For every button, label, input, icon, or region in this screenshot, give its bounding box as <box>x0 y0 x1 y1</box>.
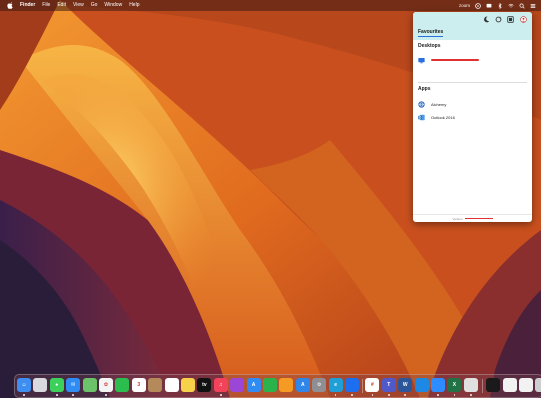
appstore-icon[interactable]: A <box>246 378 261 392</box>
running-indicator <box>453 394 456 396</box>
running-indicator <box>470 394 472 396</box>
facetime-icon[interactable] <box>115 378 130 392</box>
messages-icon[interactable]: ● <box>49 378 64 392</box>
app-item-alchemy[interactable]: Alchemy <box>418 100 446 108</box>
preview-window-icon[interactable] <box>502 378 517 392</box>
moon-icon[interactable] <box>483 16 490 23</box>
app-menu-extra-icon[interactable] <box>475 2 481 9</box>
search-icon[interactable] <box>519 3 525 9</box>
contacts-icon[interactable] <box>148 378 163 392</box>
terminal-icon[interactable] <box>486 378 501 392</box>
music-icon[interactable]: ♫ <box>213 378 228 392</box>
calendar-icon[interactable]: 3 <box>131 378 146 392</box>
desktop-item[interactable] <box>418 56 479 64</box>
preview-window-icon-2[interactable] <box>519 378 533 392</box>
redacted-version <box>464 217 493 220</box>
redacted-desktop-name <box>431 59 479 61</box>
dock-separator <box>362 379 364 393</box>
dock-separator <box>482 379 484 393</box>
user-avatar-icon[interactable] <box>520 16 527 23</box>
desktop-monitor-icon <box>418 57 425 63</box>
edge-icon[interactable]: e <box>328 378 343 392</box>
word-icon[interactable]: W <box>398 378 413 392</box>
desktops-section-title: Desktops <box>418 43 441 49</box>
app-item-outlook[interactable]: Outlook 2016 <box>418 113 455 121</box>
menu-edit[interactable]: Edit <box>57 0 66 11</box>
app-label-outlook: Outlook 2016 <box>431 114 455 120</box>
menu-window[interactable]: Window <box>104 0 122 11</box>
mail-icon[interactable]: ✉ <box>66 378 81 392</box>
running-indicator <box>220 394 222 396</box>
tab-favourites[interactable]: Favourites <box>418 29 444 37</box>
control-center-icon[interactable] <box>530 3 536 9</box>
dock: ☺ ● ✉ ✿ 3 tv ♫ A A ⚙ e # T W X <box>14 374 541 398</box>
running-indicator <box>105 394 107 396</box>
notes-icon[interactable] <box>181 378 195 392</box>
apple-icon[interactable] <box>7 2 13 9</box>
pages-icon[interactable] <box>279 378 294 392</box>
outlook-icon <box>418 114 425 120</box>
alchemy-icon <box>418 100 425 108</box>
running-indicator <box>72 394 74 396</box>
refresh-icon[interactable] <box>495 16 502 23</box>
version-label: Version <box>452 216 463 221</box>
reminders-icon[interactable] <box>164 378 179 392</box>
zoom-icon[interactable] <box>431 378 445 392</box>
running-indicator <box>437 394 439 396</box>
menu-file[interactable]: File <box>42 0 50 11</box>
section-divider <box>418 82 527 83</box>
zoom-status-text[interactable]: zoom <box>459 3 470 8</box>
slack-icon[interactable]: # <box>365 378 380 392</box>
numbers-icon[interactable] <box>263 378 277 392</box>
screen-icon[interactable] <box>486 3 492 9</box>
running-indicator <box>371 394 374 396</box>
menu-view[interactable]: View <box>73 0 84 11</box>
wifi-icon[interactable] <box>508 3 514 9</box>
menu-go[interactable]: Go <box>91 0 98 11</box>
launchpad-icon[interactable] <box>33 378 48 392</box>
window-icon[interactable] <box>507 16 514 23</box>
finder-icon[interactable]: ☺ <box>17 378 31 392</box>
app-label-alchemy: Alchemy <box>431 101 447 107</box>
teams-icon[interactable]: T <box>381 378 396 392</box>
panel-footer: Version <box>413 214 532 222</box>
favourites-popover: Favourites Desktops Apps Alchemy Outlook… <box>413 12 532 222</box>
trash-icon[interactable] <box>535 378 541 392</box>
running-indicator <box>388 394 390 396</box>
running-indicator <box>23 394 25 396</box>
photos-icon[interactable]: ✿ <box>99 378 113 392</box>
menu-help[interactable]: Help <box>129 0 139 11</box>
running-indicator <box>334 394 337 396</box>
menu-app-name[interactable]: Finder <box>20 0 35 11</box>
settings-icon[interactable]: ⚙ <box>312 378 327 392</box>
chrome-icon[interactable] <box>463 378 478 392</box>
menu-extras: zoom <box>459 0 536 11</box>
running-indicator <box>404 394 406 396</box>
appletv-icon[interactable]: tv <box>197 378 212 392</box>
apps-section-title: Apps <box>418 86 431 92</box>
bluetooth-icon[interactable] <box>497 2 503 9</box>
running-indicator <box>351 394 353 396</box>
running-indicator <box>56 394 58 396</box>
maps-icon[interactable] <box>82 378 97 392</box>
panel-header: Favourites <box>413 12 532 40</box>
vscode-icon[interactable] <box>414 378 429 392</box>
podcasts-icon[interactable] <box>230 378 245 392</box>
excel-icon[interactable]: X <box>447 378 462 392</box>
safari-icon[interactable] <box>345 378 359 392</box>
menu-bar: Finder File Edit View Go Window Help zoo… <box>0 0 541 11</box>
xcode-icon[interactable]: A <box>295 378 310 392</box>
